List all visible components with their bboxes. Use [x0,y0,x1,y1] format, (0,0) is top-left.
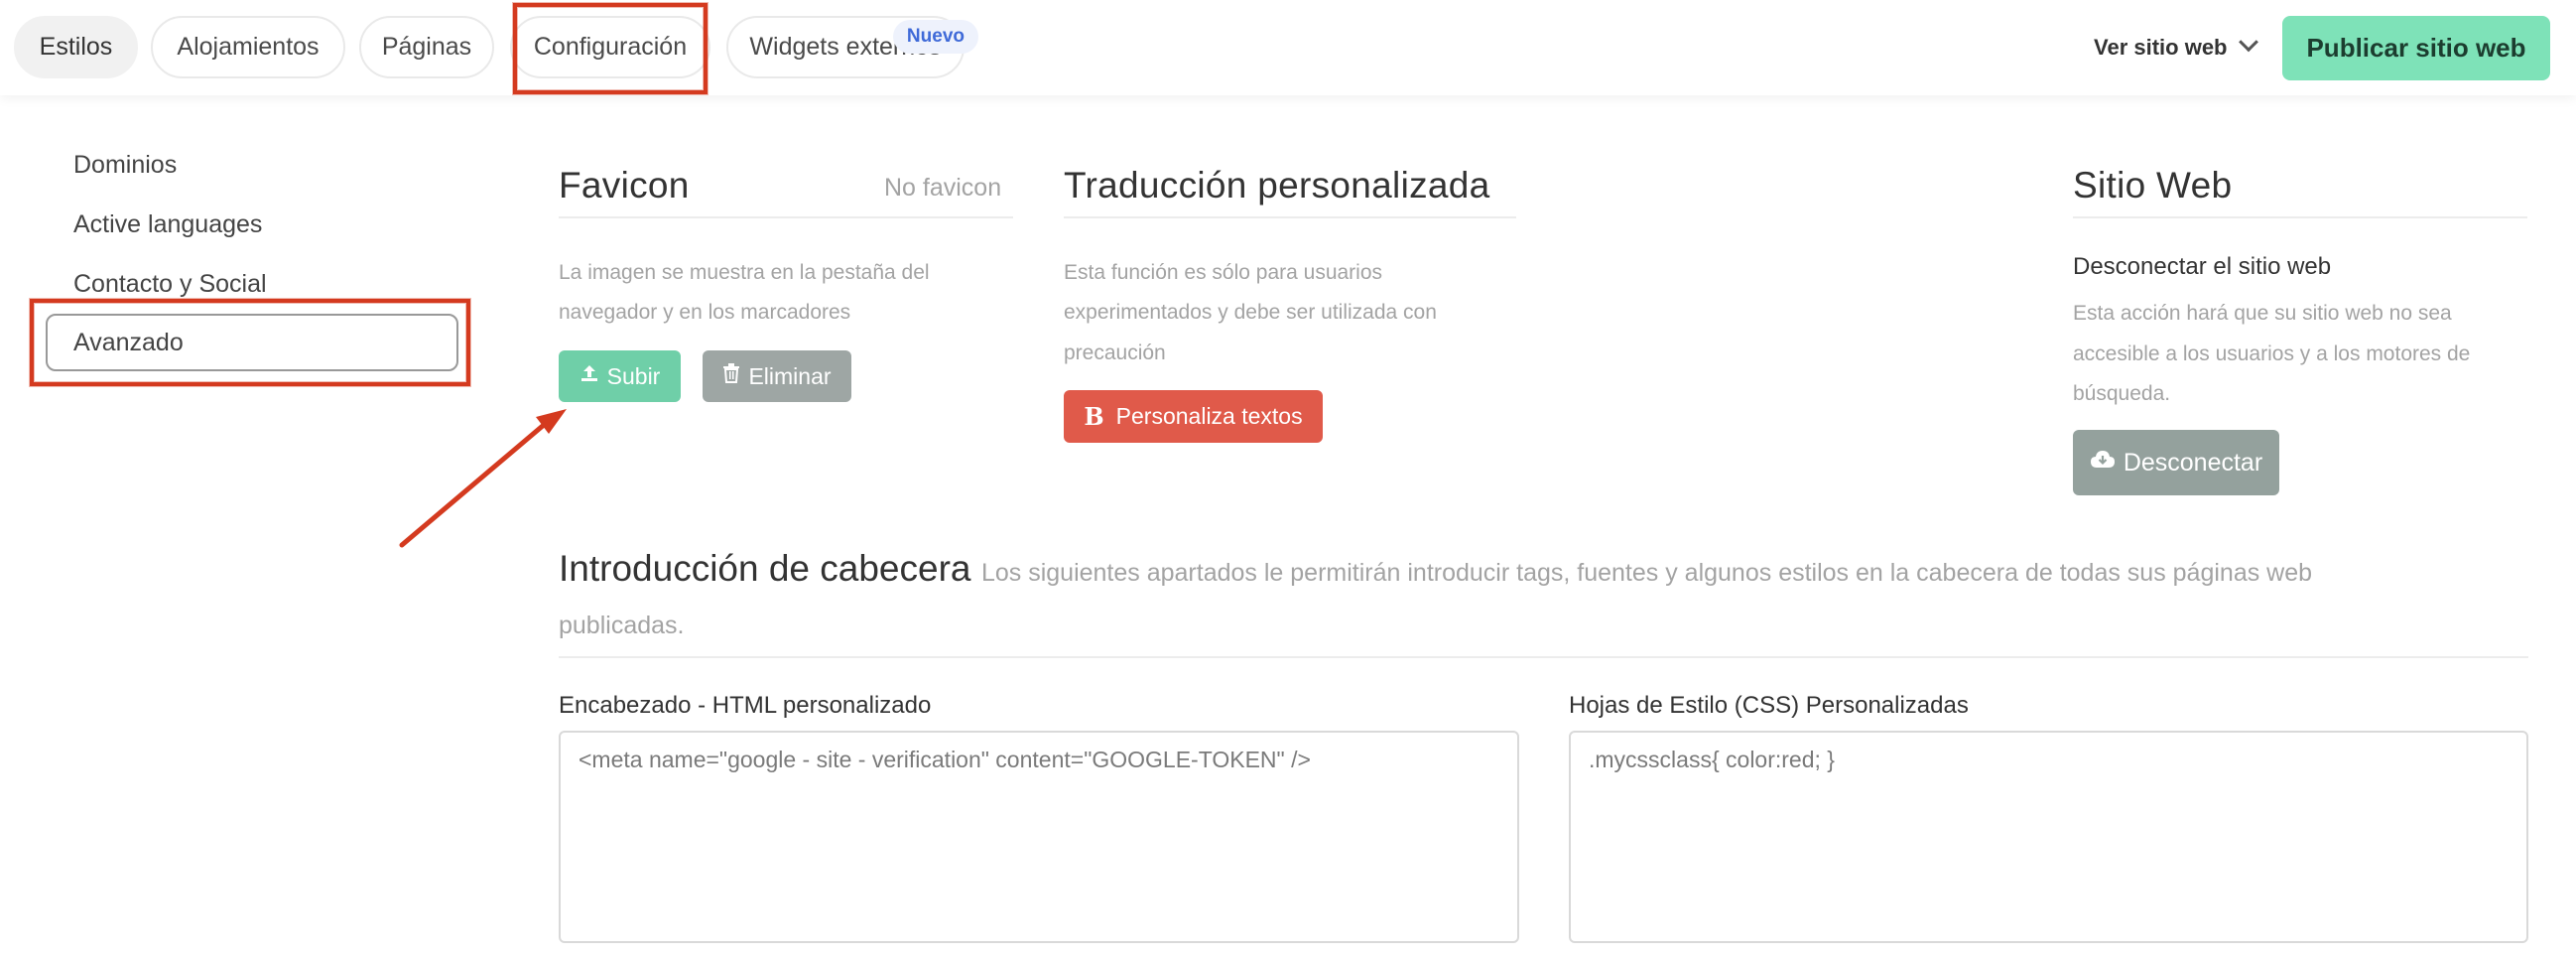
tab-alojamientos[interactable]: Alojamientos [151,16,345,78]
favicon-status: No favicon [884,174,1002,202]
publish-button[interactable]: Publicar sitio web [2282,16,2550,80]
website-description-line3: búsqueda. [2073,382,2171,405]
tab-widgets-externos[interactable]: Widgets externos Nuevo [726,16,978,78]
translation-description-line1: Esta función es sólo para usuarios [1064,261,1383,284]
custom-html-textarea[interactable] [559,731,1519,943]
translation-title: Traducción personalizada [1064,165,1490,205]
sidebar-item-label: Active languages [73,209,263,238]
bold-b-icon: B [1084,402,1104,431]
custom-css-textarea[interactable] [1569,731,2528,943]
favicon-description-line2: navegador y en los marcadores [559,301,851,324]
tab-label: Alojamientos [177,33,320,61]
disconnect-button[interactable]: Desconectar [2073,430,2279,495]
website-description-line1: Esta acción hará que su sitio web no sea [2073,302,2452,325]
sidebar-item-label: Avanzado [73,328,184,356]
top-bar: Estilos Alojamientos Páginas Configuraci… [0,0,2576,95]
cloud-download-icon [2090,450,2116,476]
view-site-dropdown[interactable]: Ver sitio web [2094,28,2258,68]
tab-label: Páginas [381,33,472,61]
favicon-description-line1: La imagen se muestra en la pestaña del [559,261,930,284]
favicon-title: Favicon [559,165,690,205]
custom-css-label: Hojas de Estilo (CSS) Personalizadas [1569,692,1969,719]
view-site-label: Ver sitio web [2094,35,2228,60]
custom-html-label: Encabezado - HTML personalizado [559,692,932,719]
sidebar-item-contacto-social[interactable]: Contacto y Social [46,255,458,313]
sidebar-item-dominios[interactable]: Dominios [46,136,458,194]
divider [2073,216,2527,218]
upload-label: Subir [606,362,661,389]
header-intro-description-cont: publicadas. [559,612,685,639]
upload-button[interactable]: Subir [559,350,681,402]
divider [1064,216,1516,218]
sidebar-item-avanzado[interactable]: Avanzado [46,314,458,371]
sidebar-item-label: Dominios [73,150,178,179]
translation-description-line2: experimentados y debe ser utilizada con [1064,301,1437,324]
tab-configuracion[interactable]: Configuración [510,16,710,78]
chevron-down-icon [2238,32,2258,53]
divider [559,656,2528,658]
website-title: Sitio Web [2073,165,2233,205]
delete-button[interactable]: Eliminar [703,350,851,402]
translation-description-line3: precaución [1064,342,1166,364]
delete-label: Eliminar [748,362,832,389]
tab-estilos[interactable]: Estilos [14,16,138,78]
customize-texts-button[interactable]: B Personaliza textos [1064,390,1323,443]
tab-paginas[interactable]: Páginas [359,16,494,78]
tab-label: Estilos [39,33,113,61]
upload-icon [580,363,599,389]
publish-label: Publicar sitio web [2306,33,2526,63]
disconnect-label: Desconectar [2123,448,2263,477]
disconnect-subtitle: Desconectar el sitio web [2073,253,2332,280]
header-intro-title: Introducción de cabecera [559,548,971,589]
trash-icon [722,363,740,389]
new-badge: Nuevo [892,20,978,54]
header-intro-description: Los siguientes apartados le permitirán i… [980,559,2313,587]
tab-label: Configuración [533,33,688,61]
sidebar-item-label: Contacto y Social [73,269,267,298]
divider [559,216,1013,218]
website-description-line2: accesible a los usuarios y a los motores… [2073,342,2471,365]
customize-texts-label: Personaliza textos [1115,403,1303,429]
sidebar-item-active-languages[interactable]: Active languages [46,196,458,253]
header-intro: Introducción de cabecera Los siguientes … [559,536,2533,610]
